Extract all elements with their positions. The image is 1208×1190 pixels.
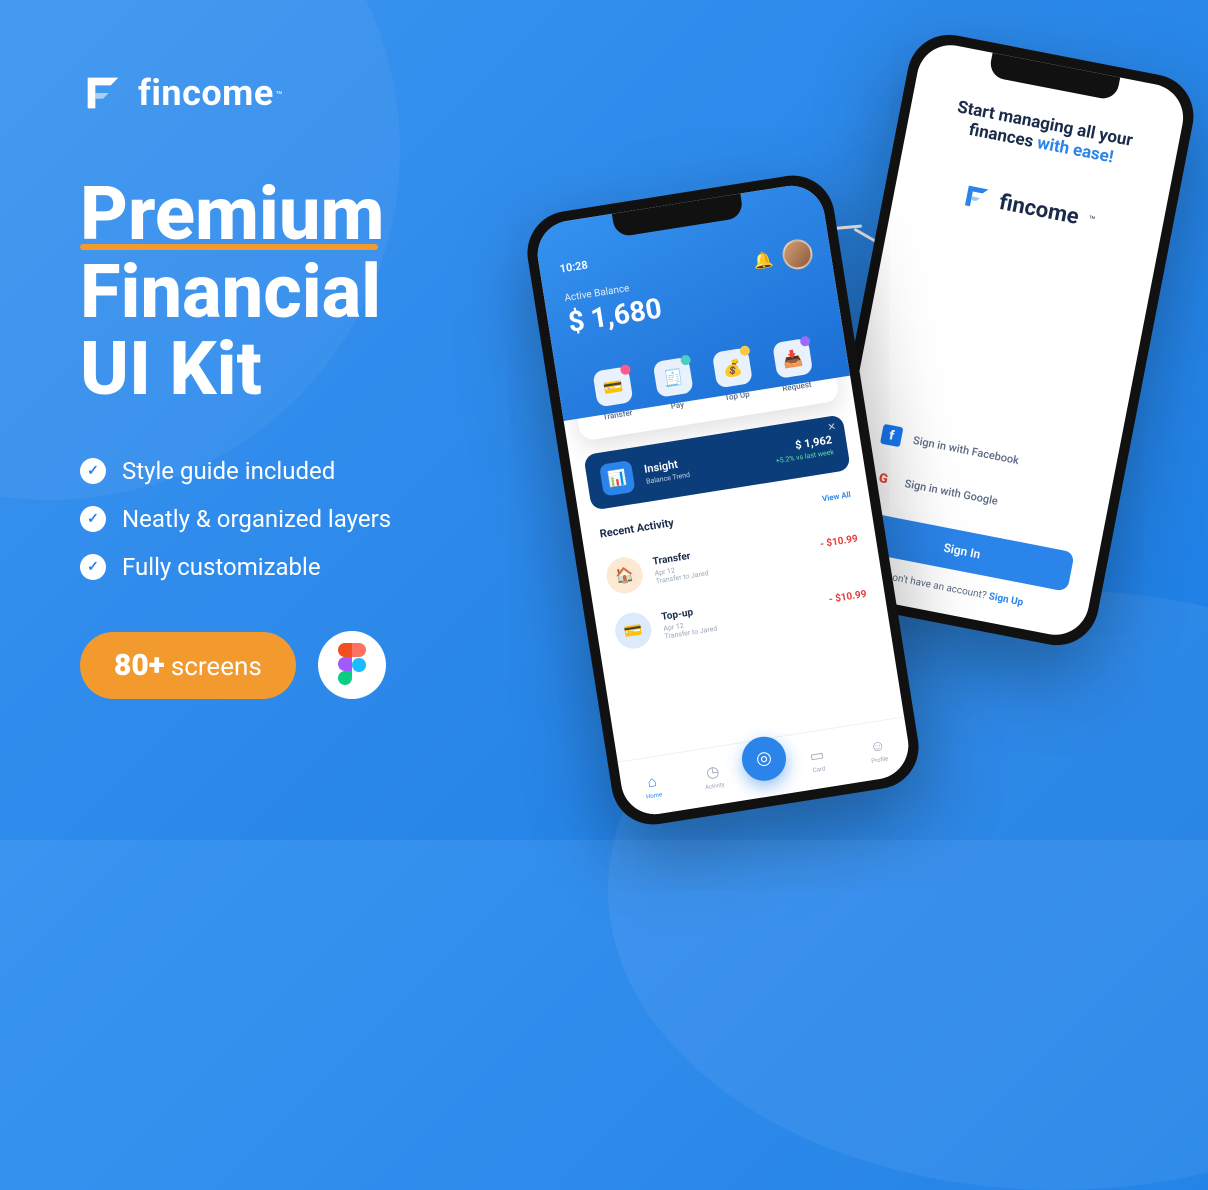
topup-icon: 💳 (613, 610, 654, 651)
close-icon[interactable]: ✕ (827, 421, 837, 433)
brand-name: fincome (138, 72, 274, 114)
view-all-link[interactable]: View All (821, 490, 851, 503)
figma-icon (318, 631, 386, 699)
bell-icon[interactable]: 🔔 (752, 249, 775, 271)
activity-amount: - $10.99 (828, 588, 867, 605)
brand-logo-icon (80, 70, 126, 116)
welcome-title: Start managing all yourfinances with eas… (930, 93, 1156, 175)
transfer-icon: 💳 (593, 366, 634, 407)
tab-home[interactable]: ⌂Home (620, 768, 685, 804)
recent-activity-title: Recent Activity (599, 516, 675, 541)
phone-mockup-home: 10:28 Active Balance $ 1,680 🔔 💳Transfer… (521, 170, 924, 831)
trademark: ™ (276, 89, 283, 102)
facebook-icon: f (880, 424, 903, 447)
request-icon: 📥 (772, 338, 813, 379)
tab-bar: ⌂Home ◷Activity ◎ ▭Card ☺Profile (618, 716, 914, 819)
topup-icon: 💰 (712, 347, 753, 388)
tab-activity[interactable]: ◷Activity (681, 758, 746, 794)
tab-profile[interactable]: ☺Profile (846, 732, 911, 768)
transfer-icon: 🏠 (604, 555, 645, 596)
tab-card[interactable]: ▭Card (785, 742, 850, 778)
card-icon: ▭ (808, 745, 825, 765)
profile-icon: ☺ (869, 736, 887, 756)
welcome-logo: fincome™ (917, 172, 1141, 244)
check-icon: ✓ (80, 506, 106, 532)
check-icon: ✓ (80, 554, 106, 580)
pay-icon: 🧾 (652, 357, 693, 398)
chart-icon: 📊 (599, 460, 636, 497)
home-icon: ⌂ (646, 772, 658, 791)
screens-badge: 80+screens (80, 632, 296, 699)
activity-amount: - $10.99 (819, 533, 858, 550)
check-icon: ✓ (80, 458, 106, 484)
fab-button[interactable]: ◎ (739, 733, 789, 783)
brand-logo-icon (959, 180, 994, 215)
activity-icon: ◷ (705, 762, 721, 782)
